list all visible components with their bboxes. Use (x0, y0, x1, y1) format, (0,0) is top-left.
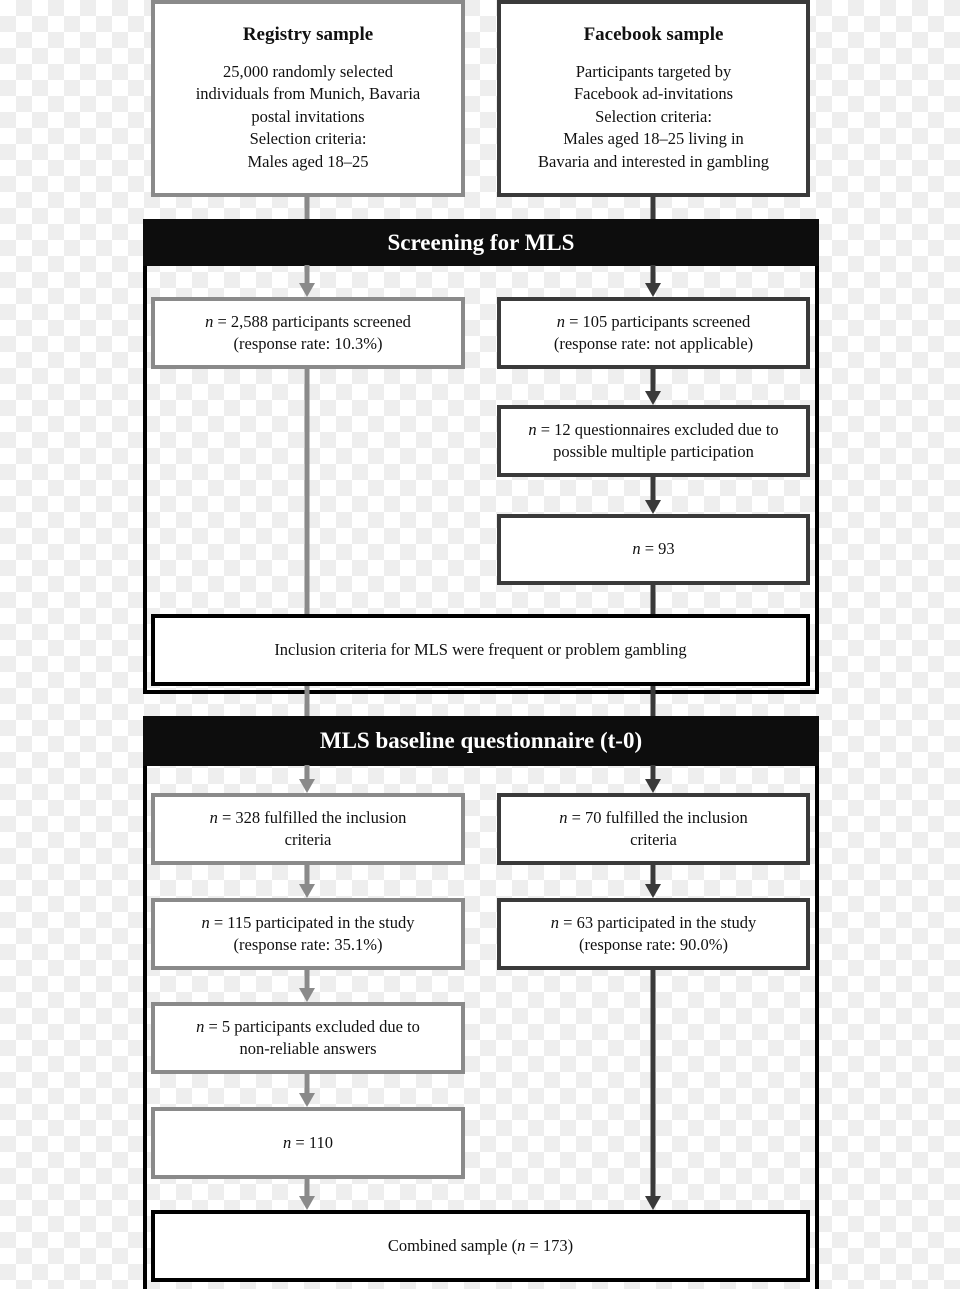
arrowhead-icon (645, 884, 661, 898)
n-symbol: n (209, 807, 218, 827)
arrowhead-icon (645, 283, 661, 297)
arrowhead-icon (299, 283, 315, 297)
text: = 110 (291, 1132, 333, 1152)
facebook-title: Facebook sample (583, 24, 724, 45)
facebook-participated-box: n = 63 participated in the study (respon… (497, 898, 810, 970)
facebook-excluded-box: n = 12 questionnaires excluded due to po… (497, 405, 810, 477)
n-symbol: n (201, 912, 210, 932)
text-line: Bavaria and interested in gambling (538, 151, 769, 171)
text: = 5 participants excluded due to (204, 1016, 420, 1036)
arrowhead-icon (299, 1093, 315, 1107)
text-line: Males aged 18–25 living in (563, 129, 744, 148)
text-line: Participants targeted by (575, 61, 732, 81)
registry-screened-box: n = 2,588 participants screened (respons… (151, 297, 465, 369)
n-symbol: n (559, 807, 568, 827)
arrowhead-icon (645, 779, 661, 793)
text-line: criteria (630, 830, 677, 849)
arrowhead-icon (299, 884, 315, 898)
text: = 173) (525, 1235, 574, 1255)
registry-remaining-box: n = 110 (151, 1107, 465, 1179)
registry-title: Registry sample (242, 24, 374, 45)
text: = 93 (640, 539, 675, 559)
text-line: (response rate: 90.0%) (579, 935, 728, 954)
registry-participated-box: n = 115 participated in the study (respo… (151, 898, 465, 970)
text-line: Males aged 18–25 (247, 151, 369, 171)
n-symbol: n (528, 419, 537, 439)
text: = 2,588 participants screened (213, 311, 411, 331)
arrowhead-icon (299, 779, 315, 793)
text: Combined sample ( (387, 1235, 518, 1255)
registry-sample-box: Registry sample 25,000 randomly selected… (151, 0, 465, 197)
text-line: possible multiple participation (553, 442, 754, 461)
text-line: (response rate: 35.1%) (233, 935, 383, 954)
text-line: postal invitations (251, 106, 365, 126)
text: = 115 participated in the study (209, 912, 415, 932)
arrowhead-icon (299, 1196, 315, 1210)
text: = 105 participants screened (565, 311, 751, 331)
text-line: individuals from Munich, Bavaria (195, 84, 421, 103)
text: = 70 fulfilled the inclusion (567, 807, 748, 827)
text-line: Facebook ad-invitations (573, 84, 733, 103)
arrowhead-icon (299, 988, 315, 1002)
arrowhead-icon (645, 500, 661, 514)
text: = 12 questionnaires excluded due to (536, 419, 779, 439)
registry-fulfilled-box: n = 328 fulfilled the inclusion criteria (151, 793, 465, 865)
flowchart: Screening for MLS MLS baseline questionn… (0, 0, 960, 1289)
arrowhead-icon (645, 391, 661, 405)
text-line: 25,000 randomly selected (223, 61, 393, 81)
facebook-screened-box: n = 105 participants screened (response … (497, 297, 810, 369)
n-symbol: n (632, 539, 641, 559)
text-line: (response rate: not applicable) (553, 334, 754, 353)
arrowhead-icon (645, 1196, 661, 1210)
n-symbol: n (556, 311, 565, 331)
text: = 328 fulfilled the inclusion (217, 807, 407, 827)
text-line: criteria (284, 830, 332, 849)
text-line: Selection criteria: (249, 129, 367, 148)
text-line: non-reliable answers (239, 1039, 377, 1058)
facebook-sample-box: Facebook sample Participants targeted by… (497, 0, 810, 197)
combined-sample-box: Combined sample (n = 173) (151, 1210, 810, 1282)
n-symbol: n (550, 912, 560, 932)
text: Inclusion criteria for MLS were frequent… (274, 639, 687, 659)
facebook-remaining-box: n = 93 (497, 514, 810, 585)
registry-excluded-box: n = 5 participants excluded due to non-r… (151, 1002, 465, 1074)
text-line: Selection criteria: (595, 106, 712, 126)
text-line: (response rate: 10.3%) (233, 334, 383, 353)
inclusion-criteria-box: Inclusion criteria for MLS were frequent… (151, 614, 810, 686)
facebook-fulfilled-box: n = 70 fulfilled the inclusion criteria (497, 793, 810, 865)
text: = 63 participated in the study (559, 912, 757, 932)
